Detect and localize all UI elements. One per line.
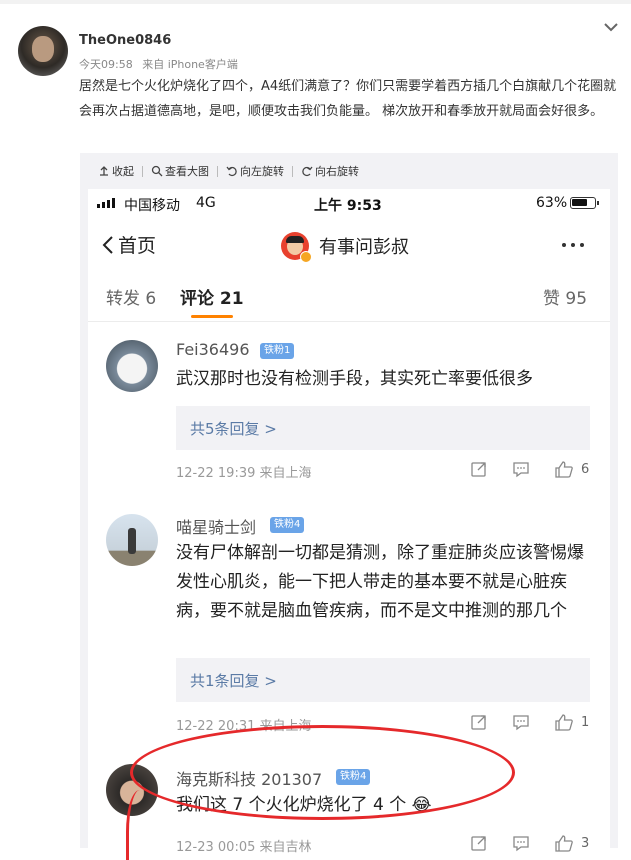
top-divider	[0, 0, 631, 4]
share-icon[interactable]	[470, 713, 488, 731]
view-replies-button[interactable]: 共1条回复 >	[176, 658, 590, 702]
like-icon[interactable]	[554, 713, 574, 731]
rotate-left-label: 向左旋转	[240, 165, 284, 178]
collapse-icon	[100, 166, 108, 176]
view-large-label: 查看大图	[165, 165, 209, 178]
post-author-avatar[interactable]	[18, 26, 68, 76]
like-count: 1	[581, 715, 590, 730]
tab-comments-count: 21	[219, 289, 244, 309]
share-icon[interactable]	[470, 834, 488, 852]
rotate-right-label: 向右旋转	[315, 165, 359, 178]
image-toolbar: 收起 查看大图 向左旋转 向右旋转	[80, 153, 631, 189]
tab-reposts-count: 6	[145, 289, 157, 309]
carrier-label: 中国移动	[124, 198, 180, 214]
post-text: 居然是七个火化炉烧化了四个，A4纸们满意了？你们只需要学着西方插几个白旗献几个花…	[79, 79, 617, 119]
red-annotation-stroke	[126, 790, 149, 860]
comment-footer: 12-23 00:05 来自吉林 3	[176, 834, 596, 855]
comment-time: 12-22 19:39 来自上海	[176, 466, 312, 481]
network-label: 4G	[196, 195, 216, 211]
comment-icon[interactable]	[512, 460, 530, 478]
tab-likes-label: 赞	[543, 289, 560, 309]
like-count: 6	[581, 462, 590, 477]
commenter-avatar[interactable]	[106, 514, 158, 566]
tab-reposts[interactable]: 转发 6	[106, 284, 156, 309]
collapse-button[interactable]: 收起	[98, 163, 134, 179]
nav-bar: 首页 有事问彭叔	[88, 219, 610, 271]
comment-footer: 12-22 19:39 来自上海 6	[176, 460, 596, 481]
toolbar-divider	[142, 165, 143, 177]
tab-likes-count: 95	[565, 289, 588, 309]
post-time: 今天09:58	[79, 58, 133, 71]
chevron-left-icon	[102, 235, 113, 254]
view-replies-button[interactable]: 共5条回复 >	[176, 406, 590, 450]
comment-text: 没有尸体解剖一切都是猜测，除了重症肺炎应该警惕爆发性心肌炎，能一下把人带走的基本…	[176, 543, 584, 621]
phone-status-bar: 中国移动 4G 上午 9:53 63%	[88, 189, 610, 219]
back-label: 首页	[118, 235, 157, 257]
magnifier-icon	[151, 165, 163, 177]
share-icon[interactable]	[470, 460, 488, 478]
verified-badge-icon	[300, 251, 312, 263]
like-count: 3	[581, 836, 590, 851]
rotate-left-icon	[226, 166, 237, 177]
status-time: 上午 9:53	[314, 198, 382, 214]
comment-icon[interactable]	[512, 713, 530, 731]
post-meta: 今天09:58 来自 iPhone客户端	[79, 56, 244, 72]
like-icon[interactable]	[554, 460, 574, 478]
battery-percent: 63%	[536, 195, 568, 211]
tab-likes[interactable]: 赞 95	[543, 284, 587, 309]
tab-bar: 转发 6 评论 21 赞 95	[88, 271, 610, 322]
rotate-right-icon	[302, 166, 313, 177]
battery-icon	[570, 197, 599, 209]
like-icon[interactable]	[554, 834, 574, 852]
tab-comments-label: 评论	[180, 289, 214, 309]
nav-title: 有事问彭叔	[319, 237, 409, 258]
rotate-left-button[interactable]: 向左旋转	[226, 163, 284, 179]
view-large-button[interactable]: 查看大图	[151, 163, 209, 179]
red-annotation-ellipse	[130, 725, 515, 820]
commenter-name[interactable]: 喵星骑士剑	[176, 514, 256, 538]
fan-badge: 铁粉4	[270, 517, 305, 533]
signal-icon	[97, 198, 115, 208]
rotate-right-button[interactable]: 向右旋转	[301, 163, 359, 179]
toolbar-divider	[217, 165, 218, 177]
post-author-name[interactable]: TheOne0846	[79, 33, 171, 48]
comment-text: 武汉那时也没有检测手段，其实死亡率要低很多	[176, 369, 533, 389]
replies-label: 共5条回复 >	[190, 420, 277, 438]
comment-time: 12-23 00:05 来自吉林	[176, 840, 312, 855]
collapse-label: 收起	[112, 165, 134, 178]
chevron-down-icon[interactable]	[602, 20, 620, 34]
fan-badge: 铁粉1	[260, 343, 295, 359]
comment-icon[interactable]	[512, 834, 530, 852]
tab-reposts-label: 转发	[106, 289, 140, 309]
active-tab-indicator	[191, 315, 233, 318]
back-button[interactable]: 首页	[102, 231, 156, 258]
toolbar-divider	[292, 165, 293, 177]
commenter-avatar[interactable]	[106, 340, 158, 392]
post-source: 来自 iPhone客户端	[142, 58, 238, 71]
replies-label: 共1条回复 >	[190, 672, 277, 690]
more-icon[interactable]	[562, 243, 584, 247]
tab-comments[interactable]: 评论 21	[180, 284, 244, 309]
commenter-name[interactable]: Fei36496	[176, 340, 250, 359]
